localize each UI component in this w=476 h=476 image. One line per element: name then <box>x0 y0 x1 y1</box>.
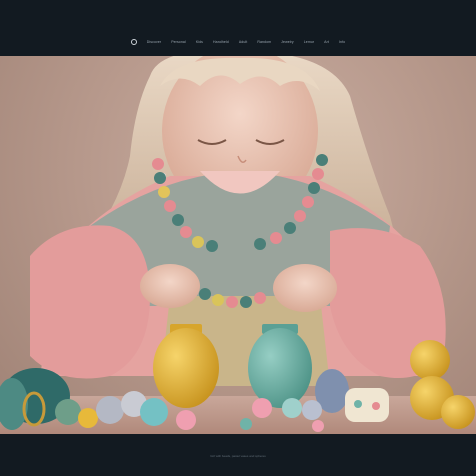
nav-item-personal[interactable]: Personal <box>171 40 186 44</box>
nav-item-kids[interactable]: Kids <box>196 40 203 44</box>
girl-stringing-beads-photo <box>0 56 476 434</box>
nav-item-random[interactable]: Random <box>257 40 271 44</box>
top-bar: Discover Personal Kids Handheld Adult Ra… <box>0 0 476 56</box>
nav-item-jewelry[interactable]: Jewelry <box>281 40 294 44</box>
nav-item-handheld[interactable]: Handheld <box>213 40 229 44</box>
hero-image <box>0 56 476 434</box>
footer-caption: Girl with beads, pastel vases and sphere… <box>210 454 266 458</box>
nav-item-discover[interactable]: Discover <box>147 40 161 44</box>
footer: Girl with beads, pastel vases and sphere… <box>0 434 476 476</box>
main-nav: Discover Personal Kids Handheld Adult Ra… <box>0 36 476 48</box>
nav-item-art[interactable]: Art <box>324 40 329 44</box>
circle-logo-icon[interactable] <box>130 39 137 45</box>
nav-item-adult[interactable]: Adult <box>239 40 247 44</box>
nav-item-lemur[interactable]: Lemur <box>304 40 314 44</box>
nav-item-info[interactable]: Info <box>339 40 345 44</box>
